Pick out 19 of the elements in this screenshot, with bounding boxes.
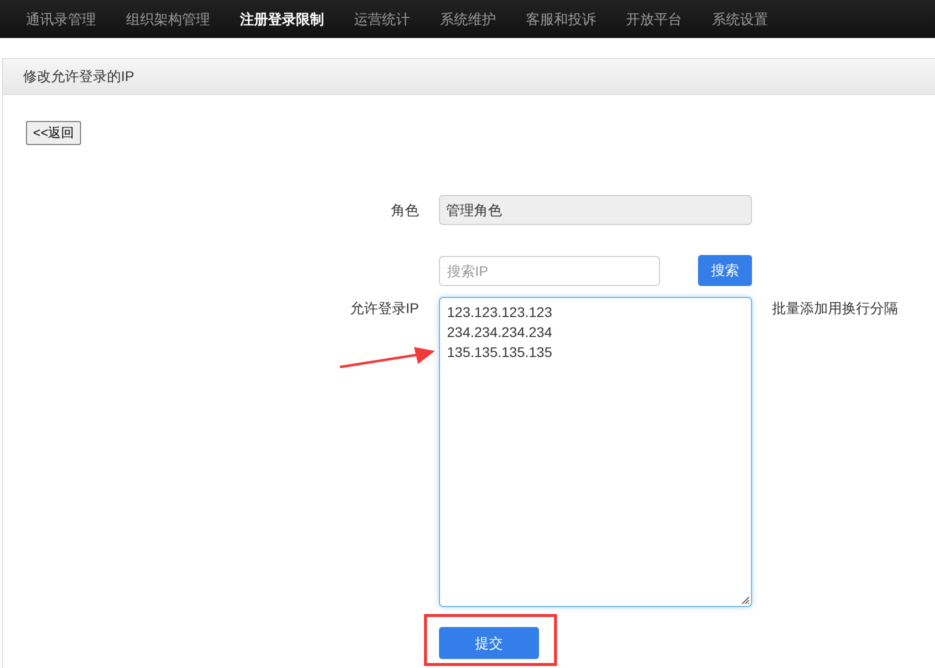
nav-tab[interactable]: 组织架构管理 [111,0,225,38]
nav-tab[interactable]: 开放平台 [611,0,697,38]
back-button[interactable]: <<返回 [26,121,82,145]
search-button[interactable]: 搜索 [698,255,752,286]
ip-label: 允许登录IP [348,299,419,318]
nav-tab[interactable]: 客服和投诉 [511,0,611,38]
submit-button[interactable]: 提交 [439,627,539,659]
nav-tab[interactable]: 系统维护 [425,0,511,38]
ip-textarea[interactable]: 123.123.123.123 234.234.234.234 135.135.135.135 [439,297,752,607]
role-field: 管理角色 [439,195,752,225]
role-label: 角色 [390,201,419,220]
nav-tab[interactable]: 注册登录限制 [225,0,339,38]
nav-tab[interactable]: 系统设置 [697,0,783,38]
nav-tab[interactable]: 通讯录管理 [11,0,111,38]
resize-grip-icon[interactable] [741,596,749,604]
search-field[interactable]: 搜索IP [439,256,660,286]
nav-tab[interactable]: 运营统计 [339,0,425,38]
hint-text: 批量添加用换行分隔 [772,299,899,318]
panel-title: 修改允许登录的IP [3,59,935,95]
